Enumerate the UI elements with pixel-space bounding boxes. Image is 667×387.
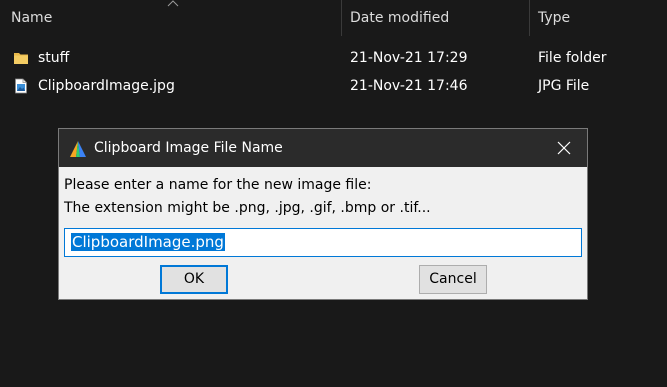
cancel-button[interactable]: Cancel — [419, 265, 487, 294]
column-header-row: Name Date modified Type — [0, 0, 667, 36]
dialog-prompt-line-2: The extension might be .png, .jpg, .gif,… — [64, 200, 431, 216]
file-type: File folder — [538, 50, 607, 66]
close-icon — [557, 141, 571, 155]
column-divider[interactable] — [341, 0, 342, 36]
dialog-prompt-line-1: Please enter a name for the new image fi… — [64, 177, 372, 193]
ok-button[interactable]: OK — [160, 265, 228, 294]
file-type: JPG File — [538, 78, 590, 94]
file-name-input[interactable]: ClipboardImage.png — [64, 228, 582, 257]
dialog-title: Clipboard Image File Name — [94, 140, 283, 156]
column-header-name[interactable]: Name — [11, 0, 52, 36]
app-logo-icon — [70, 141, 86, 157]
file-name: stuff — [38, 50, 70, 66]
file-name: ClipboardImage.jpg — [38, 78, 175, 94]
column-divider[interactable] — [529, 0, 530, 36]
image-file-icon — [15, 78, 27, 94]
column-header-type[interactable]: Type — [538, 0, 570, 36]
file-row-clipboardimage[interactable]: ClipboardImage.jpg 21-Nov-21 17:46 JPG F… — [0, 72, 667, 100]
sort-ascending-icon — [167, 0, 179, 7]
folder-icon — [14, 53, 28, 64]
file-date: 21-Nov-21 17:29 — [350, 50, 468, 66]
file-date: 21-Nov-21 17:46 — [350, 78, 468, 94]
dialog-titlebar[interactable]: Clipboard Image File Name — [59, 129, 587, 167]
selected-input-text: ClipboardImage.png — [71, 233, 225, 251]
column-header-date-modified[interactable]: Date modified — [350, 0, 449, 36]
file-name-dialog: Clipboard Image File Name Please enter a… — [58, 128, 588, 300]
file-row-stuff[interactable]: stuff 21-Nov-21 17:29 File folder — [0, 44, 667, 72]
close-button[interactable] — [541, 129, 587, 167]
